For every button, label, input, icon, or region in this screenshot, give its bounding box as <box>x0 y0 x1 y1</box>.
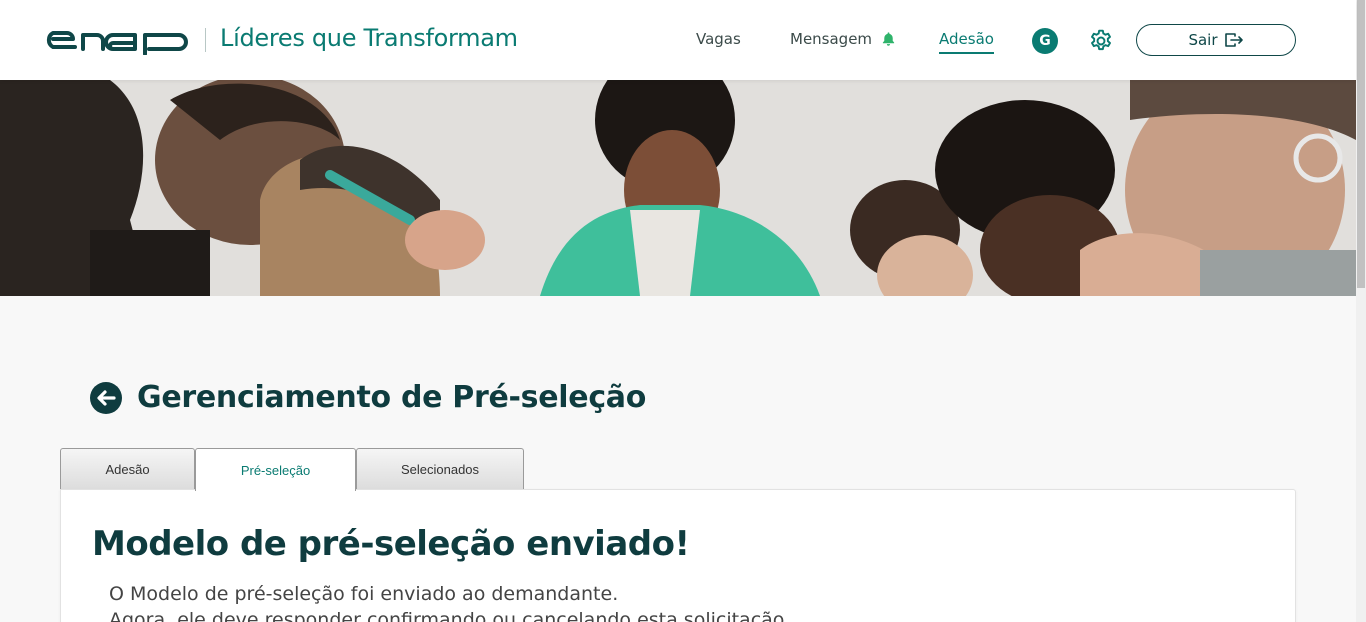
enap-logo[interactable] <box>45 27 190 55</box>
bell-icon <box>882 32 894 46</box>
tab-selecionados[interactable]: Selecionados <box>356 448 524 490</box>
page-scrollbar[interactable] <box>1356 0 1366 622</box>
brand-divider <box>205 28 206 52</box>
user-avatar[interactable]: G <box>1032 28 1058 54</box>
logout-label: Sair <box>1188 31 1218 49</box>
gear-icon[interactable] <box>1088 28 1114 54</box>
card-title: Modelo de pré-seleção enviado! <box>92 524 690 564</box>
back-arrow-icon[interactable] <box>90 382 122 414</box>
tab-pre-selecao[interactable]: Pré-seleção <box>195 448 356 491</box>
page-title: Gerenciamento de Pré-seleção <box>137 380 647 415</box>
card-message-line-2: Agora, ele deve responder confirmando ou… <box>109 609 791 622</box>
brand-title: Líderes que Transformam <box>220 24 518 52</box>
logout-button[interactable]: Sair <box>1136 24 1296 56</box>
card-message-line-1: O Modelo de pré-seleção foi enviado ao d… <box>109 583 619 605</box>
tab-adesao[interactable]: Adesão <box>60 448 195 490</box>
nav-vagas[interactable]: Vagas <box>696 30 741 48</box>
logout-icon <box>1224 33 1243 47</box>
nav-adesao[interactable]: Adesão <box>939 30 994 54</box>
content-card: Modelo de pré-seleção enviado! O Modelo … <box>60 489 1296 622</box>
top-header: Líderes que Transformam Vagas Mensagem A… <box>0 0 1356 80</box>
scrollbar-thumb[interactable] <box>1357 0 1365 288</box>
hero-banner-image <box>0 80 1356 296</box>
nav-mensagem[interactable]: Mensagem <box>790 30 896 48</box>
hero-people-illustration <box>0 80 1356 296</box>
nav-mensagem-label: Mensagem <box>790 30 873 48</box>
